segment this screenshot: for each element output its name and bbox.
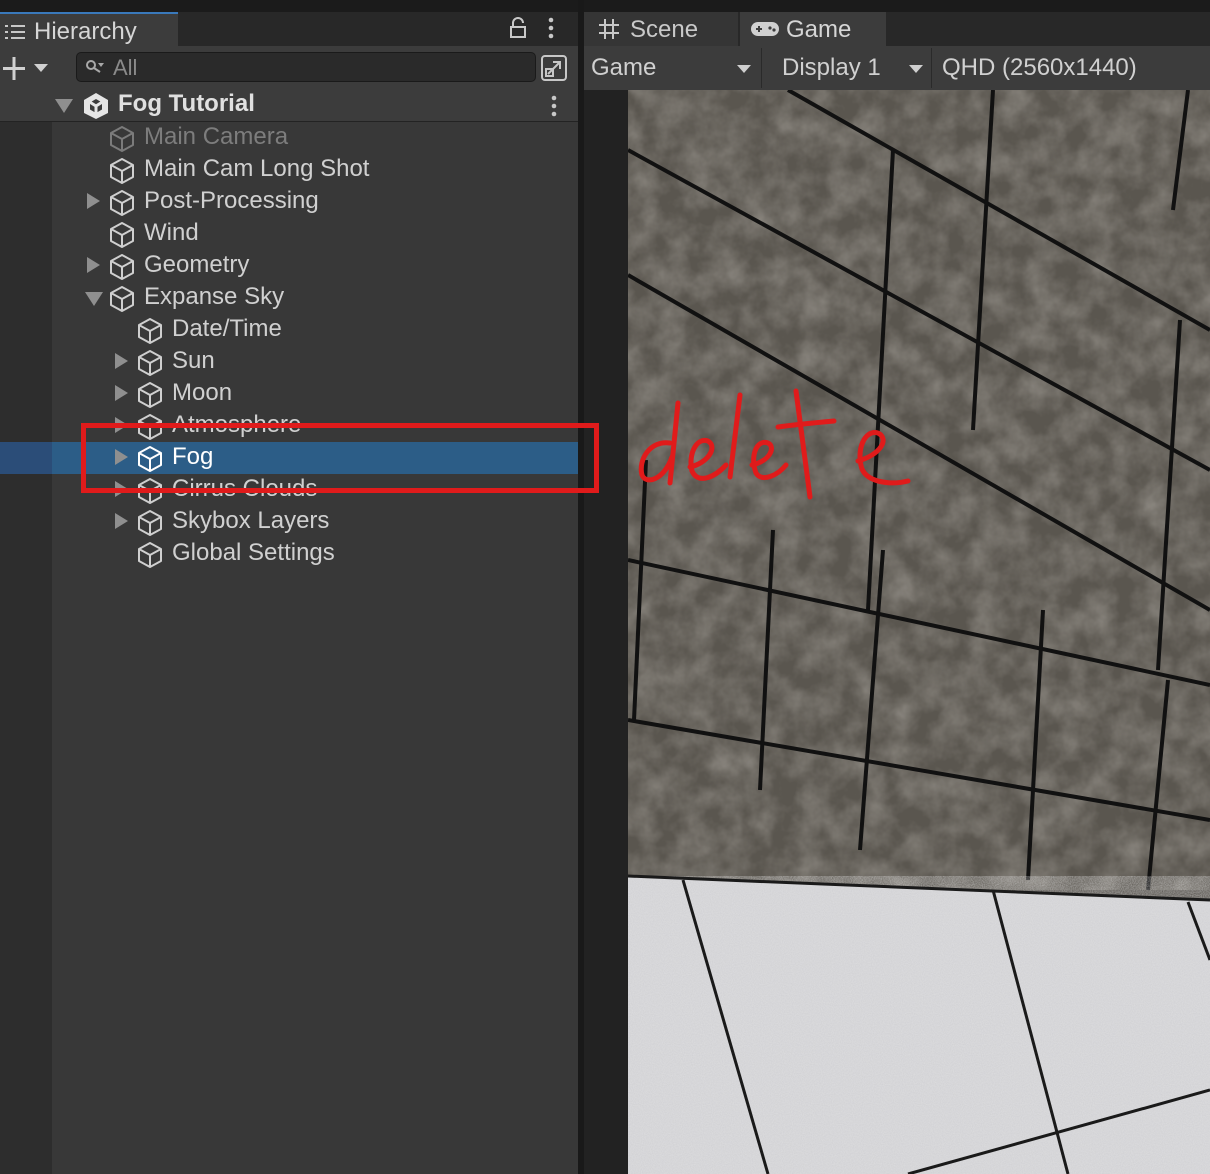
gameobject-cube-icon [108,253,136,281]
tab-game-label: Game [786,16,852,43]
game-view-margin [584,90,628,1174]
collapsed-arrow-icon[interactable] [115,385,128,401]
gameobject-cube-icon [136,381,164,409]
scene-name: Fog Tutorial [118,90,255,117]
search-placeholder: All [113,55,138,80]
resolution-dropdown[interactable]: QHD (2560x1440) [935,48,1210,88]
hierarchy-top-edge [0,0,578,12]
tab-hierarchy[interactable]: Hierarchy [0,12,178,46]
scene-header-row[interactable]: Fog Tutorial [0,90,578,122]
hierarchy-item[interactable]: Skybox Layers [0,506,578,538]
gameobject-cube-icon [136,349,164,377]
game-viewport[interactable] [628,90,1210,1174]
hierarchy-item-label: Main Cam Long Shot [144,155,370,182]
tab-game[interactable]: Game [740,12,886,46]
annotation-handwriting: delete [630,385,911,500]
hierarchy-item-label: Date/Time [172,315,282,342]
hierarchy-item-label: Expanse Sky [144,283,285,310]
hierarchy-item-label: Geometry [144,251,250,278]
scene-kebab-icon[interactable] [549,94,559,118]
hierarchy-item[interactable]: Sun [0,346,578,378]
search-input[interactable]: All [76,52,536,82]
tab-hierarchy-label: Hierarchy [34,18,137,45]
game-toolbar: Game Display 1 QHD (2560x1440) [584,46,1210,90]
game-mode-dropdown[interactable]: Game [584,48,762,88]
chevron-down-icon [737,65,751,73]
collapsed-arrow-icon[interactable] [87,193,100,209]
gameobject-cube-icon [136,317,164,345]
display-dropdown[interactable]: Display 1 [775,48,932,88]
expanded-arrow-icon[interactable] [85,292,103,306]
list-icon [5,25,25,39]
hierarchy-item[interactable]: Post-Processing [0,186,578,218]
gameobject-cube-icon [108,285,136,313]
hierarchy-item-label: Wind [144,219,199,246]
gameobject-cube-icon [108,125,136,153]
chevron-down-icon [909,65,923,73]
gameobject-cube-icon [108,221,136,249]
kebab-menu-icon[interactable] [546,16,556,40]
hierarchy-item-label: Moon [172,379,233,406]
stone-wall-render [628,90,1210,1174]
gameobject-cube-icon [136,509,164,537]
lock-icon[interactable] [509,17,527,39]
expand-arrow-icon[interactable] [55,99,73,113]
unity-scene-icon [84,93,108,119]
collapsed-arrow-icon[interactable] [87,257,100,273]
gameobject-cube-icon [136,541,164,569]
collapsed-arrow-icon[interactable] [115,513,128,529]
grid-icon [599,19,619,39]
hierarchy-item[interactable]: Wind [0,218,578,250]
tab-scene-label: Scene [630,16,699,43]
hierarchy-item[interactable]: Expanse Sky [0,282,578,314]
game-mode-value: Game [591,54,657,81]
create-dropdown-button[interactable] [2,56,54,82]
tab-scene[interactable]: Scene [584,12,738,46]
hierarchy-item[interactable]: Main Cam Long Shot [0,154,578,186]
scene-visibility-icon[interactable] [540,54,568,82]
hierarchy-item[interactable]: Moon [0,378,578,410]
gamepad-icon [751,22,779,36]
search-icon [86,60,104,73]
display-value: Display 1 [782,54,881,81]
hierarchy-item-label: Skybox Layers [172,507,330,534]
hierarchy-item-label: Main Camera [144,123,289,150]
hierarchy-item[interactable]: Global Settings [0,538,578,570]
collapsed-arrow-icon[interactable] [115,353,128,369]
hierarchy-item-label: Global Settings [172,539,335,566]
hierarchy-item[interactable]: Main Camera [0,122,578,154]
annotation-highlight-box [81,423,599,493]
hierarchy-item[interactable]: Geometry [0,250,578,282]
hierarchy-item-label: Post-Processing [144,187,319,214]
gameobject-cube-icon [108,157,136,185]
hierarchy-item-label: Sun [172,347,215,374]
game-top-edge [584,0,1210,12]
resolution-value: QHD (2560x1440) [942,54,1137,81]
plus-icon [3,57,48,80]
hierarchy-item[interactable]: Date/Time [0,314,578,346]
annotation-text: delete [630,385,633,386]
gameobject-cube-icon [108,189,136,217]
